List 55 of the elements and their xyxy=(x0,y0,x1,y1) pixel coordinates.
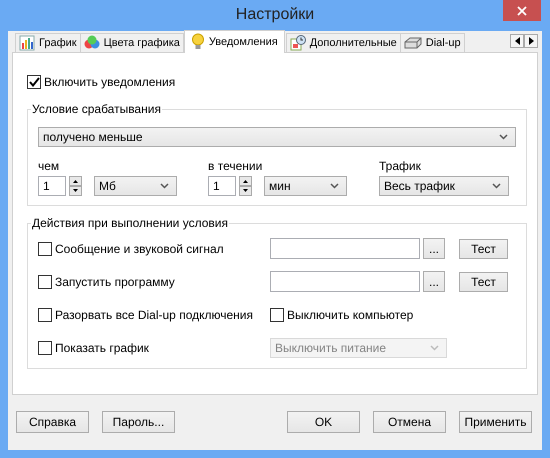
checkbox[interactable] xyxy=(27,75,41,89)
chevron-down-icon xyxy=(330,183,339,189)
checkbox[interactable] xyxy=(38,274,52,288)
chevron-down-icon xyxy=(492,183,501,189)
chevron-down-icon xyxy=(160,183,169,189)
light-bulb-icon xyxy=(190,33,205,51)
checkbox-label: Показать график xyxy=(55,340,149,354)
checkbox-label: Включить уведомления xyxy=(44,75,176,89)
chevron-down-icon xyxy=(430,344,439,350)
path-field[interactable] xyxy=(270,238,420,259)
path-field[interactable] xyxy=(270,271,420,292)
period-field[interactable]: 1 xyxy=(208,176,236,196)
test-button[interactable]: Тест xyxy=(459,238,508,258)
field-label: в течении xyxy=(208,159,264,173)
spinner[interactable] xyxy=(69,176,82,196)
spinner[interactable] xyxy=(239,176,252,196)
color-circles-icon xyxy=(84,35,100,51)
checkbox-label: Сообщение и звуковой сигнал xyxy=(55,242,224,256)
dialog-button[interactable]: OK xyxy=(287,411,360,433)
tab[interactable]: Уведомления xyxy=(184,30,285,53)
checkbox-label: Запустить программу xyxy=(55,274,175,288)
checkbox[interactable] xyxy=(38,308,52,322)
close-button[interactable] xyxy=(503,0,541,21)
checkbox[interactable] xyxy=(270,308,284,322)
close-icon xyxy=(517,6,527,16)
dialog-button[interactable]: Применить xyxy=(459,411,532,433)
tab[interactable]: Дополнительные xyxy=(286,33,401,52)
group-title: Действия при выполнении условия xyxy=(31,216,229,230)
scroll-left-button[interactable] xyxy=(510,34,524,48)
checkbox[interactable] xyxy=(38,242,52,256)
dialog-button[interactable]: Справка xyxy=(16,411,89,433)
condition-dropdown[interactable]: получено меньше xyxy=(38,127,516,147)
browse-button[interactable]: ... xyxy=(423,271,445,292)
unit-dropdown[interactable]: мин xyxy=(264,176,347,196)
dialog-button[interactable]: Отмена xyxy=(373,411,446,433)
checkbox-label: Выключить компьютер xyxy=(287,308,414,322)
left-arrow-icon xyxy=(514,37,520,45)
modem-icon xyxy=(404,36,422,50)
scroll-right-button[interactable] xyxy=(524,34,538,48)
tab[interactable]: График xyxy=(15,33,81,52)
tab[interactable]: Dial-up xyxy=(400,33,465,52)
field-label: Трафик xyxy=(379,159,422,173)
tab[interactable]: Цвета графика xyxy=(80,33,184,52)
dialog-button[interactable]: Пароль... xyxy=(102,411,175,433)
chevron-down-icon xyxy=(499,134,508,140)
group-title: Условие срабатывания xyxy=(31,102,162,116)
traffic-dropdown[interactable]: Весь трафик xyxy=(379,176,509,196)
test-button[interactable]: Тест xyxy=(459,272,508,292)
checkbox-label: Разорвать все Dial-up подключения xyxy=(55,308,253,322)
right-arrow-icon xyxy=(528,37,534,45)
window-title: Настройки xyxy=(236,6,314,24)
amount-field[interactable]: 1 xyxy=(38,176,66,196)
unit-dropdown[interactable]: Мб xyxy=(94,176,177,196)
browse-button[interactable]: ... xyxy=(423,238,445,259)
field-label: чем xyxy=(38,159,60,173)
